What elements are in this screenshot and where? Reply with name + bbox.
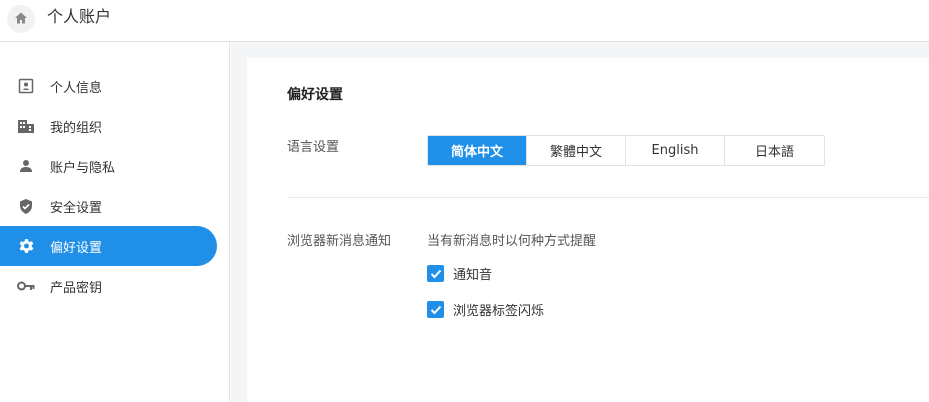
notification-sound-label: 通知音	[453, 268, 493, 283]
checkmark-icon	[430, 305, 441, 314]
sidebar-item-account-privacy[interactable]: 账户与隐私	[0, 146, 217, 186]
sidebar-item-product-key[interactable]: 产品密钥	[0, 266, 217, 306]
checkmark-icon	[430, 269, 441, 278]
sidebar-item-organization[interactable]: 我的组织	[0, 106, 217, 146]
section-divider	[287, 197, 929, 198]
tab-flash-checkbox[interactable]	[427, 301, 444, 318]
sidebar-item-label: 账户与隐私	[50, 160, 116, 176]
sidebar-item-label: 偏好设置	[50, 240, 103, 256]
section-title: 偏好设置	[287, 87, 343, 103]
sidebar: 个人信息 我的组织 账户与隐私 安全设置 偏好设置 产品密钥	[0, 42, 230, 402]
page-title: 个人账户	[47, 7, 112, 26]
shield-check-icon	[17, 197, 35, 215]
sidebar-item-preferences[interactable]: 偏好设置	[0, 226, 217, 266]
sidebar-item-label: 我的组织	[50, 120, 103, 136]
id-card-icon	[17, 77, 35, 95]
key-icon	[17, 277, 35, 295]
top-header: 个人账户	[0, 0, 929, 42]
language-option-traditional-chinese[interactable]: 繁體中文	[527, 136, 626, 165]
language-option-simplified-chinese[interactable]: 简体中文	[428, 136, 527, 165]
language-setting-label: 语言设置	[287, 140, 340, 155]
tab-flash-option[interactable]: 浏览器标签闪烁	[427, 300, 544, 319]
sidebar-item-label: 安全设置	[50, 200, 103, 216]
language-option-japanese[interactable]: 日本語	[725, 136, 824, 165]
tab-flash-label: 浏览器标签闪烁	[453, 304, 545, 319]
home-icon	[14, 10, 28, 29]
notification-sound-checkbox[interactable]	[427, 265, 444, 282]
home-button[interactable]	[7, 5, 35, 33]
sidebar-item-label: 个人信息	[50, 80, 103, 96]
building-icon	[17, 117, 35, 135]
sidebar-item-profile[interactable]: 个人信息	[0, 66, 217, 106]
person-icon	[17, 157, 35, 175]
gear-icon	[17, 237, 35, 255]
notification-sound-option[interactable]: 通知音	[427, 264, 492, 283]
notification-hint: 当有新消息时以何种方式提醒	[427, 234, 597, 249]
sidebar-item-security[interactable]: 安全设置	[0, 186, 217, 226]
preferences-panel: 偏好设置 语言设置 简体中文 繁體中文 English 日本語 浏览器新消息通知…	[247, 58, 929, 402]
language-selector: 简体中文 繁體中文 English 日本語	[427, 135, 825, 166]
browser-notification-label: 浏览器新消息通知	[287, 234, 392, 249]
language-option-english[interactable]: English	[626, 136, 725, 165]
sidebar-item-label: 产品密钥	[50, 280, 103, 296]
